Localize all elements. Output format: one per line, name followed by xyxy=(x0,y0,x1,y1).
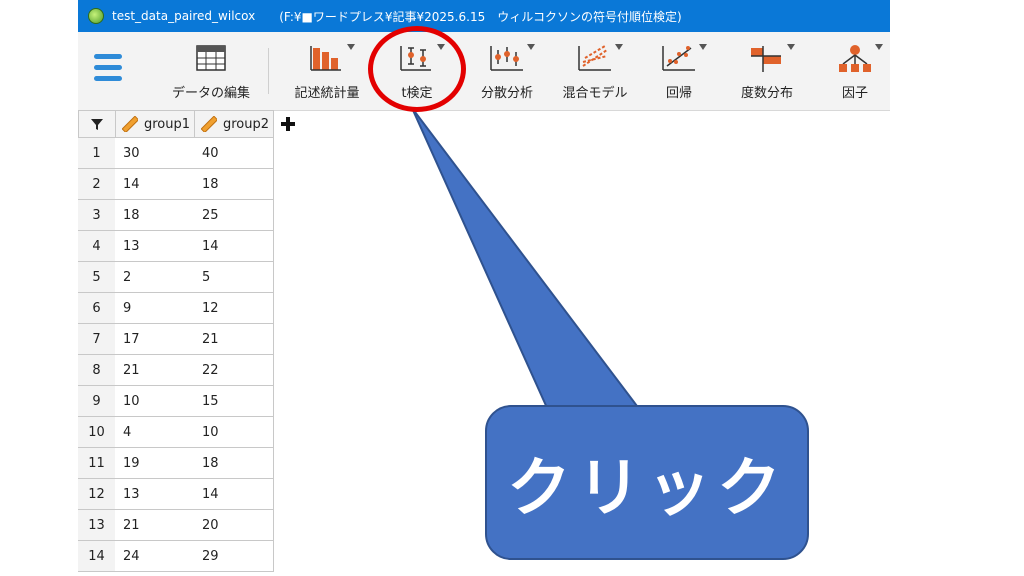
callout-text: クリック xyxy=(507,451,787,526)
highlight-circle xyxy=(368,26,466,112)
callout-box: クリック xyxy=(485,405,809,560)
